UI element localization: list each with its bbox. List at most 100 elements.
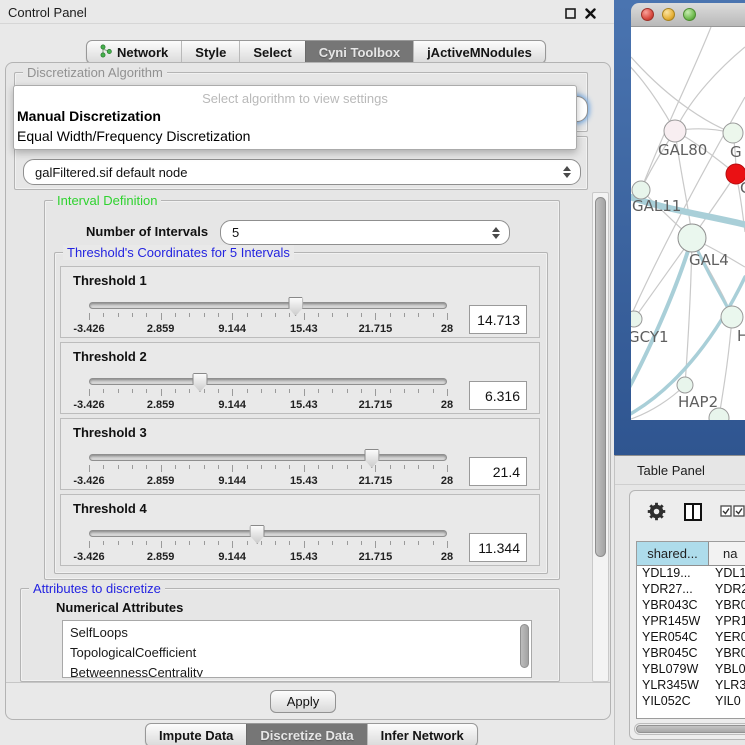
- table-row[interactable]: YBL079WYBL0: [637, 662, 745, 678]
- threshold-label: Threshold 4: [73, 501, 147, 516]
- slider-tick-label: -3.426: [73, 475, 104, 487]
- dropdown-option-equal-width-frequency[interactable]: Equal Width/Frequency Discretization: [17, 128, 250, 144]
- network-node-G[interactable]: [723, 123, 743, 143]
- tab-jactivemnodules[interactable]: jActiveMNodules: [413, 41, 545, 63]
- slider-tick: [275, 541, 276, 545]
- minimize-traffic-light[interactable]: [662, 8, 675, 21]
- network-node-HAP2[interactable]: [677, 377, 693, 393]
- gear-icon[interactable]: [647, 502, 666, 526]
- threshold-value-input[interactable]: [469, 457, 527, 486]
- attribute-item[interactable]: BetweennessCentrality: [63, 663, 531, 678]
- table-row[interactable]: YBR045CYBR0: [637, 646, 745, 662]
- slider-tick-label: 9.144: [218, 475, 246, 487]
- threshold-value-input[interactable]: [469, 533, 527, 562]
- network-node-GAL80[interactable]: [664, 120, 686, 142]
- threshold-slider[interactable]: -3.4262.8599.14415.4321.71528: [89, 376, 447, 412]
- slider-track[interactable]: [89, 454, 447, 461]
- table-horizontal-scrollbar-thumb[interactable]: [636, 725, 745, 733]
- slider-tick: [418, 389, 419, 393]
- table-data-combobox[interactable]: galFiltered.sif default node: [23, 159, 581, 185]
- slider-ticks: [89, 465, 447, 474]
- network-icon: [100, 44, 112, 61]
- slider-tick: [447, 541, 448, 548]
- slider-tick: [161, 541, 162, 548]
- slider-tick: [433, 313, 434, 317]
- slider-tick-label: 15.43: [290, 323, 318, 335]
- slider-tick-label: 28: [441, 399, 453, 411]
- select-columns-checkboxes-icon[interactable]: [720, 505, 745, 523]
- table-row[interactable]: YDR27...YDR2: [637, 582, 745, 598]
- slider-track[interactable]: [89, 378, 447, 385]
- threshold-value-input[interactable]: [469, 305, 527, 334]
- tab-network[interactable]: Network: [87, 41, 181, 63]
- attributes-list-scrollbar[interactable]: [520, 624, 529, 668]
- dropdown-option-manual-discretization[interactable]: Manual Discretization: [17, 108, 161, 124]
- network-node-H[interactable]: [721, 306, 743, 328]
- table-row[interactable]: YPR145WYPR1: [637, 614, 745, 630]
- table-row[interactable]: YER054CYER0: [637, 630, 745, 646]
- threshold-value-input[interactable]: [469, 381, 527, 410]
- slider-tick: [103, 389, 104, 393]
- float-window-icon[interactable]: [565, 6, 576, 24]
- cell-shared-name: YBL079W: [637, 662, 709, 678]
- network-node-GAL4[interactable]: [678, 224, 706, 252]
- network-canvas[interactable]: GAL80GCGAL11GAL4GCY1HHAP2: [631, 27, 745, 420]
- slider-tick: [361, 389, 362, 393]
- slider-tick: [347, 389, 348, 393]
- number-of-intervals-combobox[interactable]: 5: [220, 220, 510, 245]
- network-node-GCY1[interactable]: [631, 311, 642, 327]
- slider-tick: [375, 541, 376, 548]
- numerical-attributes-list[interactable]: SelfLoopsTopologicalCoefficientBetweenne…: [62, 620, 532, 678]
- network-window-titlebar[interactable]: [631, 3, 745, 27]
- threshold-panel-4: Threshold 4 -3.4262.8599.14415.4321.7152…: [60, 494, 540, 566]
- slider-track[interactable]: [89, 530, 447, 537]
- columns-icon[interactable]: [683, 502, 703, 527]
- close-traffic-light[interactable]: [641, 8, 654, 21]
- slider-tick: [390, 389, 391, 393]
- threshold-slider[interactable]: -3.4262.8599.14415.4321.71528: [89, 528, 447, 564]
- slider-tick: [232, 389, 233, 396]
- slider-tick: [189, 313, 190, 317]
- slider-tick: [161, 389, 162, 396]
- tab-style[interactable]: Style: [181, 41, 239, 63]
- table-row[interactable]: YBR043CYBR0: [637, 598, 745, 614]
- table-horizontal-scrollbar[interactable]: [634, 723, 745, 735]
- table-row[interactable]: YLR345WYLR3: [637, 678, 745, 694]
- slider-ticks: [89, 541, 447, 550]
- table-row[interactable]: YIL052CYIL0: [637, 694, 745, 710]
- slider-tick: [275, 389, 276, 393]
- dropdown-placeholder-option[interactable]: Select algorithm to view settings: [14, 91, 576, 106]
- tab-infer-network[interactable]: Infer Network: [367, 724, 477, 745]
- cell-name: YPR1: [709, 614, 745, 630]
- slider-tick: [361, 465, 362, 469]
- threshold-panel-2: Threshold 2 -3.4262.8599.14415.4321.7152…: [60, 342, 540, 414]
- table-row[interactable]: YDL19...YDL1: [637, 566, 745, 582]
- panel-scrollbar-thumb[interactable]: [595, 197, 606, 557]
- slider-tick-label: 21.715: [359, 399, 393, 411]
- close-icon[interactable]: [585, 6, 596, 24]
- tab-impute-data[interactable]: Impute Data: [146, 724, 246, 745]
- slider-tick-label: 28: [441, 551, 453, 563]
- attribute-item[interactable]: SelfLoops: [63, 623, 531, 643]
- tab-discretize-data[interactable]: Discretize Data: [246, 724, 366, 745]
- threshold-slider[interactable]: -3.4262.8599.14415.4321.71528: [89, 452, 447, 488]
- slider-tick: [318, 389, 319, 393]
- toolbox-tabbar: Network Style Select Cyni Toolbox jActiv…: [86, 40, 546, 64]
- column-header-shared-name[interactable]: shared...: [637, 542, 709, 565]
- column-header-name[interactable]: na: [709, 542, 745, 565]
- slider-tick: [161, 465, 162, 472]
- slider-track[interactable]: [89, 302, 447, 309]
- slider-tick: [390, 541, 391, 545]
- slider-tick-label: 2.859: [147, 323, 175, 335]
- tab-select[interactable]: Select: [239, 41, 304, 63]
- apply-button[interactable]: Apply: [270, 690, 336, 713]
- tab-cyni-toolbox[interactable]: Cyni Toolbox: [305, 41, 413, 63]
- panel-scrollbar[interactable]: [592, 192, 609, 682]
- slider-tick-label: 28: [441, 475, 453, 487]
- attribute-item[interactable]: TopologicalCoefficient: [63, 643, 531, 663]
- slider-tick: [304, 541, 305, 548]
- threshold-slider[interactable]: -3.4262.8599.14415.4321.71528: [89, 300, 447, 336]
- attributes-group-title: Attributes to discretize: [29, 581, 165, 596]
- zoom-traffic-light[interactable]: [683, 8, 696, 21]
- slider-tick: [247, 465, 248, 469]
